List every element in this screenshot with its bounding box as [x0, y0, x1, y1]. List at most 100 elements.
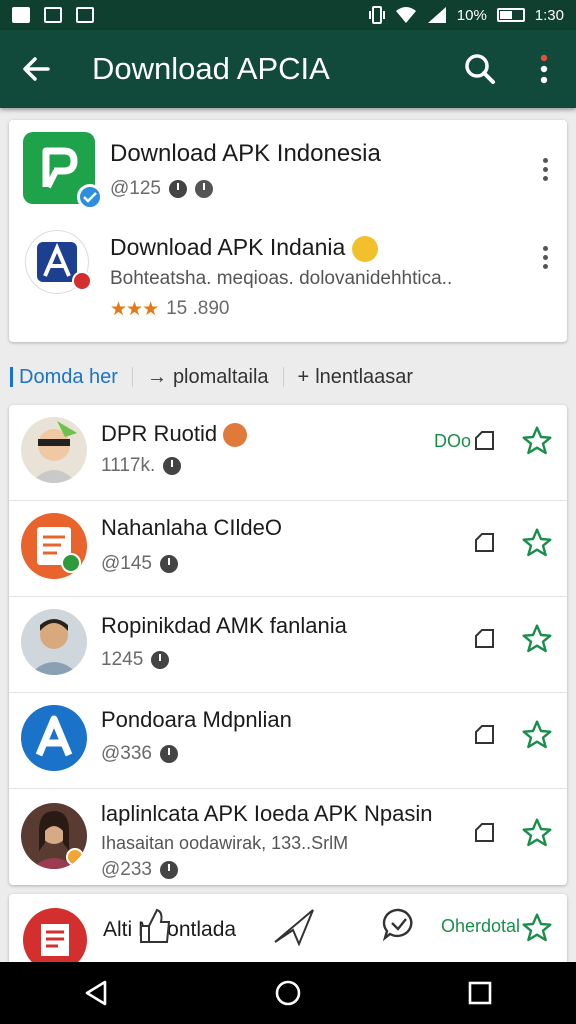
download-button[interactable]: [473, 821, 497, 845]
image-notification-icon: [76, 7, 94, 23]
rating-count: 15 .890: [166, 298, 230, 320]
avatar: [21, 417, 87, 483]
avatar: [21, 705, 87, 771]
app-bar: Download APCIA: [0, 30, 576, 108]
time-icon: [163, 457, 182, 475]
favorite-star-icon[interactable]: [521, 719, 553, 751]
time-icon: [151, 651, 170, 669]
app-name: Ropinikdad AMK fanlania: [101, 613, 347, 638]
play-p-icon: [42, 147, 78, 189]
featured-item[interactable]: Download APK Indonesia @125: [9, 132, 567, 222]
list-item[interactable]: Nahanlaha CIldeO @145: [9, 501, 567, 597]
download-button[interactable]: DOo: [434, 429, 497, 453]
battery-icon: [496, 8, 525, 22]
list-item[interactable]: Ropinikdad AMK fanlania 1245: [9, 597, 567, 693]
clock-time: 1:30: [534, 6, 564, 24]
tag-icon: [475, 725, 494, 744]
nav-back-icon[interactable]: [81, 978, 111, 1008]
favorite-star-icon[interactable]: [521, 527, 553, 559]
signal-icon: [427, 7, 446, 23]
play-badge-icon: [72, 271, 92, 291]
tag-icon: [475, 431, 494, 450]
app-meta: 1245: [101, 649, 144, 670]
back-button[interactable]: [0, 30, 72, 108]
app-description: Bohteatsha. meqioas. dolovanidehhtica..: [110, 267, 453, 289]
app-name: DPR Ruotid: [101, 421, 218, 446]
time-icon: [160, 555, 178, 573]
chat-icon[interactable]: [381, 906, 417, 942]
tag-icon: [475, 629, 494, 648]
app-name: Download APK Indania: [110, 234, 346, 260]
app-name: Nahanlaha CIldeO: [101, 515, 283, 540]
thumbs-up-icon: [140, 908, 171, 943]
download-button[interactable]: [473, 531, 497, 555]
favorite-star-icon[interactable]: [521, 817, 553, 849]
featured-card: Download APK Indonesia @125 Download APK…: [9, 120, 567, 342]
download-button[interactable]: [473, 627, 497, 651]
battery-percent: 10%: [456, 6, 487, 24]
avatar: [21, 609, 87, 675]
notification-icon: [12, 7, 30, 23]
tab-label: Domda her: [19, 365, 118, 388]
status-bar: 10% 1:30: [0, 0, 576, 30]
favorite-star-icon[interactable]: [521, 425, 553, 457]
app-description: Ihasaitan oodawirak, 133..SrlM: [101, 833, 349, 853]
app-meta: @233: [101, 859, 152, 880]
time-icon: [169, 180, 187, 198]
filter-tabs: Domda her → plomaltaila + lnentlaasar: [0, 358, 576, 396]
wifi-icon: [395, 7, 416, 23]
nav-home-icon[interactable]: [273, 978, 303, 1008]
item-menu-button[interactable]: [537, 158, 553, 181]
time-icon: [160, 861, 178, 879]
app-meta: @145: [101, 553, 152, 574]
list-item[interactable]: laplinlcata APK Ioeda APK Npasin Ihasait…: [9, 789, 567, 885]
avatar: [21, 513, 87, 579]
item-menu-button[interactable]: [537, 246, 553, 269]
active-tab-indicator: [10, 367, 13, 387]
nav-recents-icon[interactable]: [465, 978, 495, 1008]
tab-label: plomaltaila: [172, 365, 269, 388]
plus-arrow-icon: +: [297, 365, 310, 388]
arrow-back-icon: [23, 57, 50, 81]
app-name: Download APK Indonesia: [110, 140, 381, 167]
arrow-right-icon: →: [146, 365, 167, 388]
send-icon: [274, 909, 314, 946]
more-vert-icon: [540, 54, 548, 84]
app-meta: @336: [101, 743, 152, 764]
tab-identity[interactable]: + lnentlaasar: [298, 366, 414, 389]
notification-icon: [44, 7, 62, 23]
verified-badge-icon: [77, 184, 103, 210]
emoji-icon: [351, 235, 378, 262]
emoji-icon: [223, 423, 248, 448]
favorite-star-icon[interactable]: [521, 623, 553, 655]
app-meta: @125: [110, 178, 161, 199]
tab-download-here[interactable]: Domda her: [10, 366, 118, 389]
download-label[interactable]: Oherdotal: [441, 916, 520, 937]
overflow-menu-button[interactable]: [512, 30, 576, 108]
search-icon: [465, 54, 495, 84]
featured-item[interactable]: Download APK Indania Bohteatsha. meqioas…: [9, 226, 567, 330]
tab-popular[interactable]: → plomaltaila: [147, 366, 269, 389]
tag-icon: [475, 533, 494, 552]
info-icon: [195, 180, 213, 198]
vibrate-icon: [368, 6, 385, 24]
tag-icon: [475, 823, 494, 842]
app-icon: [23, 132, 103, 210]
list-item[interactable]: Pondoara Mdpnlian @336: [9, 693, 567, 789]
rating-stars-icon: ★★★: [110, 298, 159, 320]
app-name: laplinlcata APK Ioeda APK Npasin: [101, 801, 433, 826]
app-name: Pondoara Mdpnlian: [101, 707, 292, 732]
download-label: DOo: [433, 430, 471, 451]
avatar: [21, 803, 87, 869]
list-item[interactable]: DPR Ruotid 1117k. DOo: [9, 405, 567, 501]
page-title: Download APCIA: [92, 51, 330, 86]
app-icon: [25, 230, 92, 294]
app-meta: 1117k.: [101, 455, 156, 476]
tab-label: lnentlaasar: [315, 365, 414, 388]
system-nav-bar: [0, 962, 576, 1024]
app-list: DPR Ruotid 1117k. DOo Nahanlaha CIldeO @…: [9, 405, 567, 885]
favorite-star-icon[interactable]: [521, 912, 553, 944]
time-icon: [160, 745, 178, 763]
download-button[interactable]: [473, 723, 497, 747]
search-button[interactable]: [448, 30, 512, 108]
